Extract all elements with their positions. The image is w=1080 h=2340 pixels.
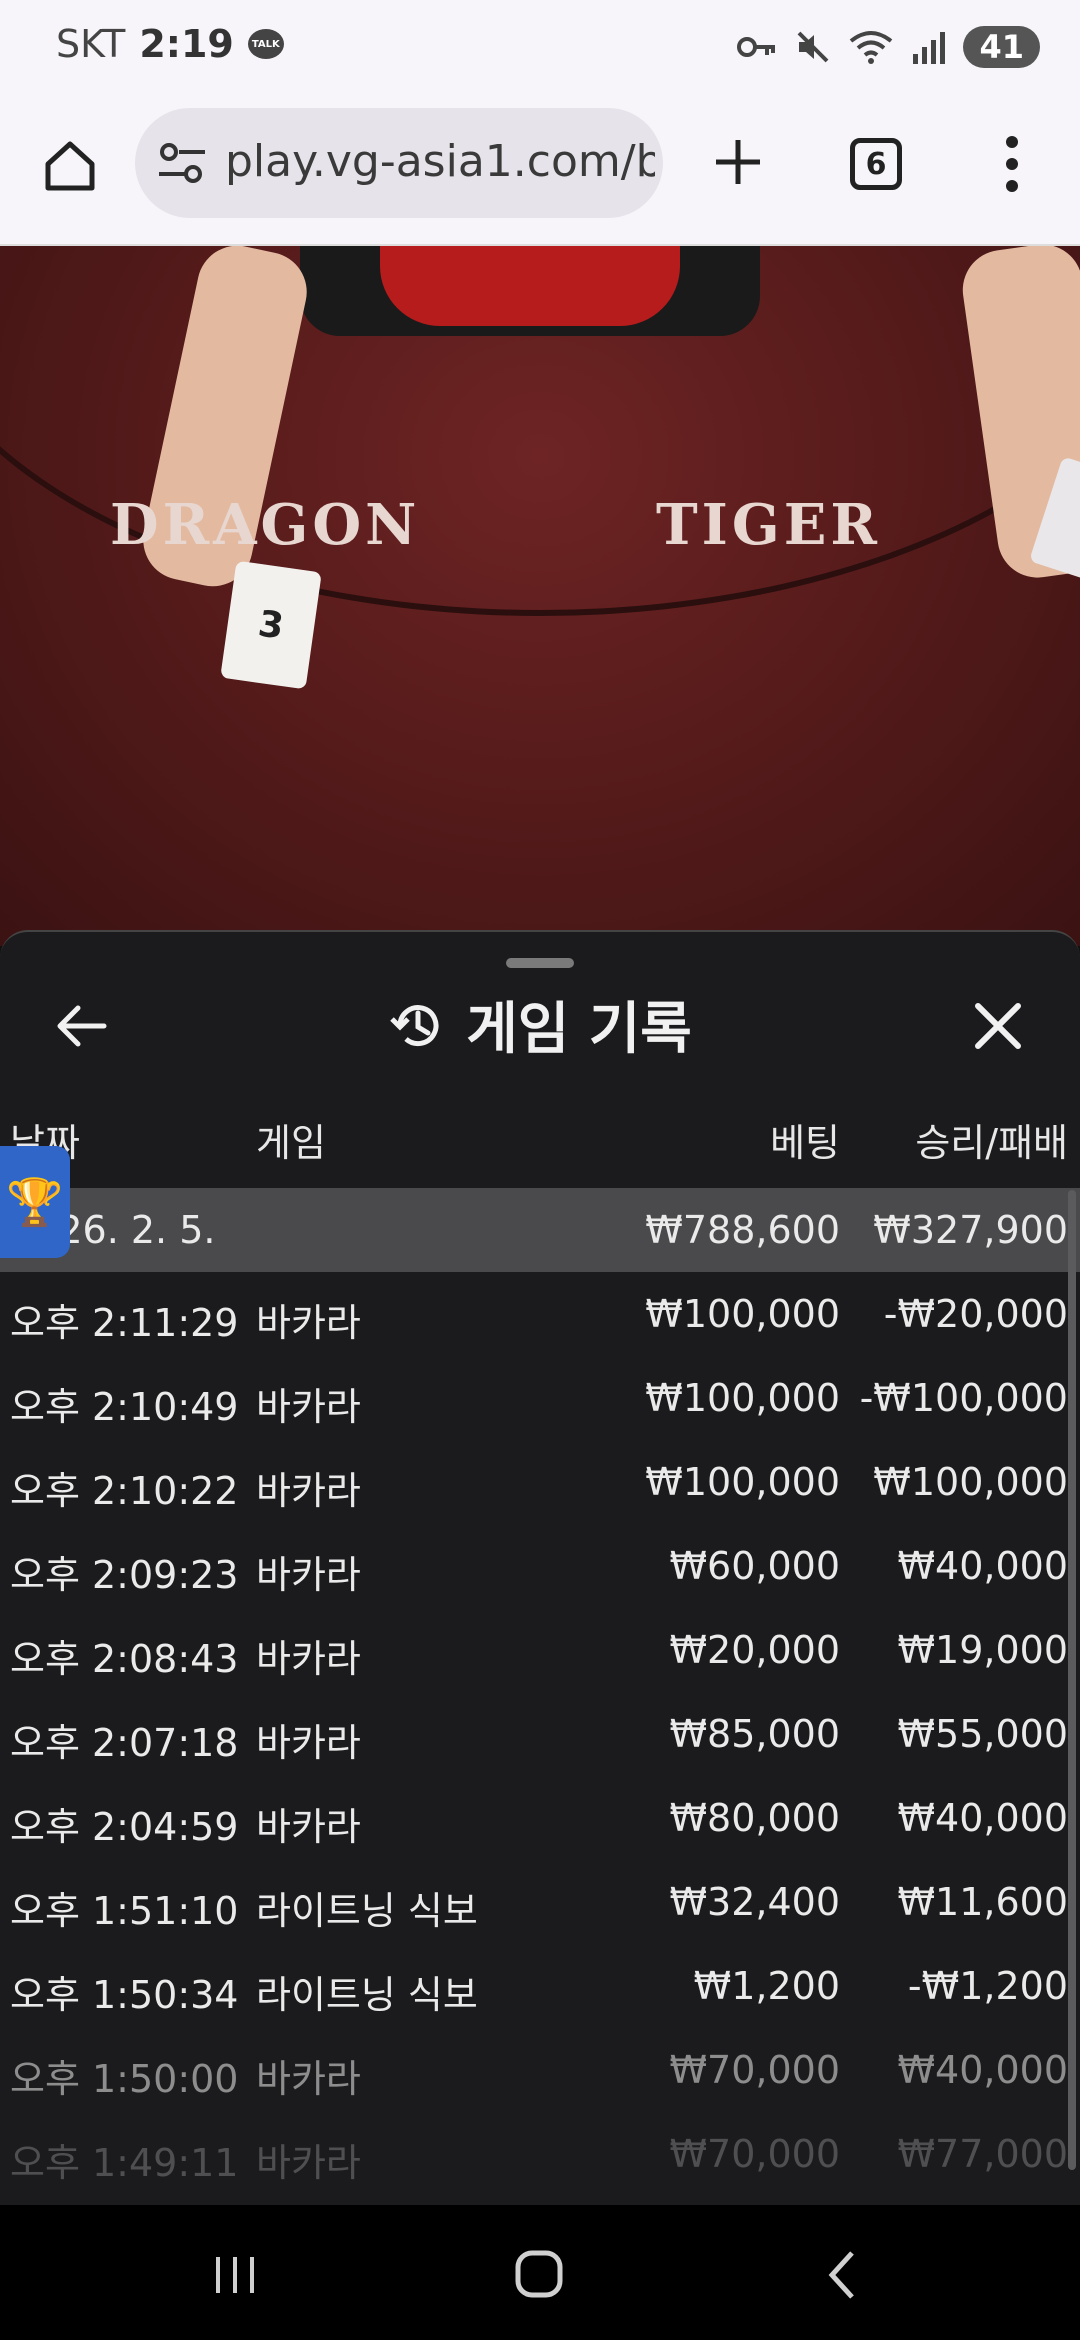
row-winloss: -₩100,000 bbox=[859, 1376, 1068, 1420]
scrollbar[interactable] bbox=[1068, 1190, 1076, 2170]
signal-icon bbox=[913, 32, 946, 64]
row-time: 오후 2:10:49 bbox=[10, 1385, 239, 1429]
row-winloss: ₩77,000 bbox=[897, 2132, 1068, 2176]
mute-icon bbox=[798, 31, 829, 63]
row-time: 오후 2:07:18 bbox=[10, 1721, 239, 1765]
table-row[interactable]: 오후 1:51:10 라이트닝 식보 ₩32,400 ₩11,600 bbox=[0, 1860, 1080, 1944]
back-nav-icon[interactable] bbox=[808, 2245, 878, 2305]
recent-apps-icon[interactable] bbox=[200, 2245, 270, 2305]
row-winloss: ₩40,000 bbox=[897, 1796, 1068, 1840]
row-winloss: ₩11,600 bbox=[897, 1880, 1068, 1924]
talk-notification-icon: TALK bbox=[247, 29, 284, 59]
table-row[interactable]: 오후 2:10:22 바카라 ₩100,000 ₩100,000 bbox=[0, 1440, 1080, 1524]
row-game: 바카라 bbox=[256, 2141, 361, 2185]
home-nav-icon[interactable] bbox=[504, 2245, 574, 2305]
column-header-game: 게임 bbox=[256, 1121, 326, 1165]
row-winloss: ₩40,000 bbox=[897, 2048, 1068, 2092]
row-time: 오후 2:11:29 bbox=[10, 1301, 239, 1345]
sheet-title-text: 게임 기록 bbox=[466, 997, 692, 1062]
row-bet: ₩20,000 bbox=[669, 1628, 840, 1672]
row-game: 바카라 bbox=[256, 1385, 361, 1429]
site-settings-icon[interactable] bbox=[155, 138, 211, 188]
table-row[interactable]: 오후 1:50:34 라이트닝 식보 ₩1,200 -₩1,200 bbox=[0, 1944, 1080, 2028]
wifi-icon bbox=[850, 31, 893, 64]
row-game: 바카라 bbox=[256, 1805, 361, 1849]
table-row[interactable]: 오후 2:08:43 바카라 ₩20,000 ₩19,000 bbox=[0, 1608, 1080, 1692]
key-icon bbox=[737, 37, 776, 57]
row-game: 바카라 bbox=[256, 1721, 361, 1765]
row-bet: ₩80,000 bbox=[669, 1796, 840, 1840]
row-winloss: ₩40,000 bbox=[897, 1544, 1068, 1588]
history-table: 2026. 2. 5. ₩788,600 ₩327,900 오후 2:11:29… bbox=[0, 1188, 1080, 2196]
row-game: 바카라 bbox=[256, 1469, 361, 1513]
status-bar: SKT 2:19 TALK 41 bbox=[0, 0, 1080, 100]
row-bet: ₩85,000 bbox=[669, 1712, 840, 1756]
row-game: 바카라 bbox=[256, 1553, 361, 1597]
table-row[interactable]: 오후 1:49:11 바카라 ₩70,000 ₩77,000 bbox=[0, 2112, 1080, 2196]
column-header-winloss: 승리/패배 bbox=[915, 1121, 1068, 1165]
row-time: 오후 1:51:10 bbox=[10, 1889, 239, 1933]
row-winloss: -₩20,000 bbox=[883, 1292, 1068, 1336]
row-bet: ₩70,000 bbox=[669, 2048, 840, 2092]
table-row[interactable]: 오후 2:10:49 바카라 ₩100,000 -₩100,000 bbox=[0, 1356, 1080, 1440]
new-tab-icon[interactable] bbox=[710, 134, 766, 190]
battery-indicator: 41 bbox=[963, 26, 1040, 68]
url-text[interactable]: play.vg-asia1.com/b8 bbox=[225, 136, 655, 187]
live-video-stream: DRAGON TIGER 3 bbox=[0, 246, 1080, 946]
row-game: 라이트닝 식보 bbox=[256, 1889, 478, 1933]
row-time: 오후 2:10:22 bbox=[10, 1469, 239, 1513]
table-row[interactable]: 오후 2:07:18 바카라 ₩85,000 ₩55,000 bbox=[0, 1692, 1080, 1776]
summary-row[interactable]: 2026. 2. 5. ₩788,600 ₩327,900 bbox=[0, 1188, 1080, 1272]
trophy-button[interactable]: 🏆 bbox=[0, 1146, 70, 1258]
row-time: 오후 2:09:23 bbox=[10, 1553, 239, 1597]
tab-switcher-button[interactable]: 6 bbox=[850, 138, 902, 190]
summary-winloss: ₩327,900 bbox=[873, 1208, 1068, 1252]
row-time: 오후 2:08:43 bbox=[10, 1637, 239, 1681]
column-header-bet: 베팅 bbox=[770, 1121, 840, 1165]
row-game: 바카라 bbox=[256, 1637, 361, 1681]
system-navigation-bar bbox=[0, 2205, 1080, 2340]
row-time: 오후 1:50:00 bbox=[10, 2057, 239, 2101]
row-winloss: -₩1,200 bbox=[907, 1964, 1068, 2008]
table-row[interactable]: 오후 2:04:59 바카라 ₩80,000 ₩40,000 bbox=[0, 1776, 1080, 1860]
home-icon[interactable] bbox=[40, 136, 100, 196]
sheet-drag-handle[interactable] bbox=[506, 958, 574, 968]
row-time: 오후 1:50:34 bbox=[10, 1973, 239, 2017]
game-history-sheet: 게임 기록 날짜 게임 베팅 승리/패배 2026. 2. 5. ₩788,60… bbox=[0, 930, 1080, 2207]
table-row[interactable]: 오후 2:11:29 바카라 ₩100,000 -₩20,000 bbox=[0, 1272, 1080, 1356]
row-time: 오후 2:04:59 bbox=[10, 1805, 239, 1849]
row-time: 오후 1:49:11 bbox=[10, 2141, 239, 2185]
table-row[interactable]: 오후 2:09:23 바카라 ₩60,000 ₩40,000 bbox=[0, 1524, 1080, 1608]
tiger-label: TIGER bbox=[656, 492, 881, 558]
row-winloss: ₩55,000 bbox=[897, 1712, 1068, 1756]
row-bet: ₩1,200 bbox=[693, 1964, 840, 2008]
row-bet: ₩100,000 bbox=[645, 1292, 840, 1336]
address-bar[interactable]: play.vg-asia1.com/b8 bbox=[135, 108, 663, 218]
row-game: 바카라 bbox=[256, 2057, 361, 2101]
row-bet: ₩32,400 bbox=[669, 1880, 840, 1924]
history-icon bbox=[390, 1004, 439, 1046]
row-game: 라이트닝 식보 bbox=[256, 1973, 478, 2017]
trophy-icon: 🏆 bbox=[6, 1174, 64, 1229]
clock: 2:19 bbox=[139, 22, 234, 66]
summary-bet: ₩788,600 bbox=[645, 1208, 840, 1252]
row-winloss: ₩100,000 bbox=[873, 1460, 1068, 1504]
row-bet: ₩60,000 bbox=[669, 1544, 840, 1588]
more-vert-icon[interactable] bbox=[1000, 134, 1024, 194]
table-row[interactable]: 오후 1:50:00 바카라 ₩70,000 ₩40,000 bbox=[0, 2028, 1080, 2112]
row-bet: ₩100,000 bbox=[645, 1376, 840, 1420]
row-winloss: ₩19,000 bbox=[897, 1628, 1068, 1672]
row-bet: ₩70,000 bbox=[669, 2132, 840, 2176]
row-game: 바카라 bbox=[256, 1301, 361, 1345]
dragon-card: 3 bbox=[220, 560, 322, 690]
close-icon[interactable] bbox=[968, 996, 1028, 1056]
sheet-title: 게임 기록 bbox=[0, 984, 1080, 1065]
carrier-label: SKT bbox=[56, 22, 126, 66]
row-bet: ₩100,000 bbox=[645, 1460, 840, 1504]
status-right: 41 bbox=[737, 26, 1040, 68]
dragon-label: DRAGON bbox=[110, 492, 421, 558]
browser-toolbar: play.vg-asia1.com/b8 6 bbox=[0, 100, 1080, 246]
status-left: SKT 2:19 TALK bbox=[56, 22, 284, 66]
